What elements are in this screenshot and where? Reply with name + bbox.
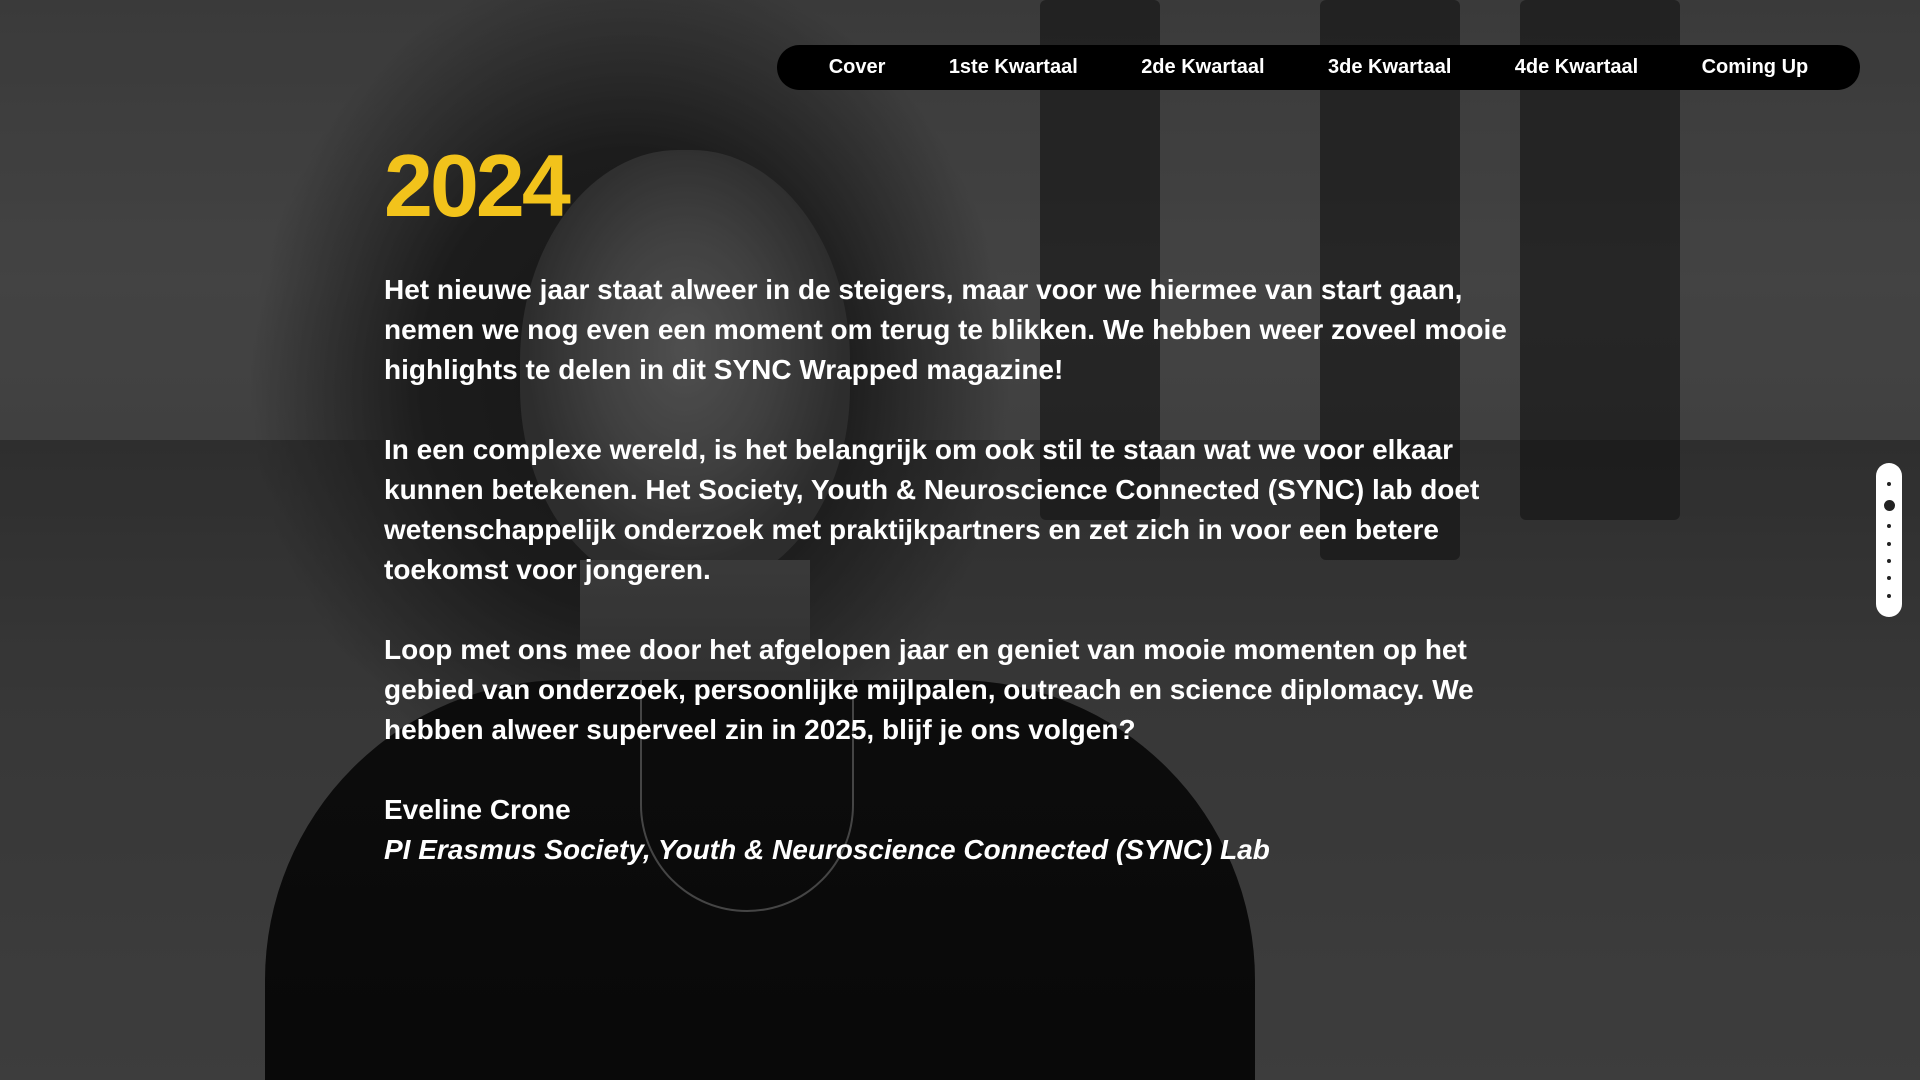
section-dot[interactable] [1887, 576, 1891, 581]
year-heading: 2024 [384, 136, 571, 235]
main-content: 2024 Het nieuwe jaar staat alweer in de … [384, 130, 1534, 870]
top-navigation: Cover 1ste Kwartaal 2de Kwartaal 3de Kwa… [777, 45, 1860, 90]
section-dot[interactable] [1887, 593, 1891, 598]
intro-paragraph: Het nieuwe jaar staat alweer in de steig… [384, 274, 1507, 385]
nav-item-2de-kwartaal[interactable]: 2de Kwartaal [1141, 56, 1264, 79]
nav-item-cover[interactable]: Cover [829, 56, 886, 79]
section-dot[interactable] [1887, 541, 1891, 546]
nav-item-1ste-kwartaal[interactable]: 1ste Kwartaal [949, 56, 1078, 79]
nav-item-coming-up[interactable]: Coming Up [1702, 56, 1809, 79]
mission-paragraph: In een complexe wereld, is het belangrij… [384, 434, 1480, 585]
signature-name: Eveline Crone [384, 794, 571, 825]
nav-item-3de-kwartaal[interactable]: 3de Kwartaal [1328, 56, 1451, 79]
section-dot[interactable] [1883, 499, 1895, 511]
section-dot[interactable] [1887, 482, 1891, 487]
signature-role: PI Erasmus Society, Youth & Neuroscience… [384, 834, 1270, 865]
section-dot[interactable] [1887, 524, 1891, 529]
invitation-paragraph: Loop met ons mee door het afgelopen jaar… [384, 634, 1474, 745]
page: Cover 1ste Kwartaal 2de Kwartaal 3de Kwa… [0, 0, 1920, 1080]
section-scroll-indicator[interactable] [1876, 463, 1902, 617]
section-dot[interactable] [1887, 558, 1891, 563]
nav-item-4de-kwartaal[interactable]: 4de Kwartaal [1515, 56, 1638, 79]
